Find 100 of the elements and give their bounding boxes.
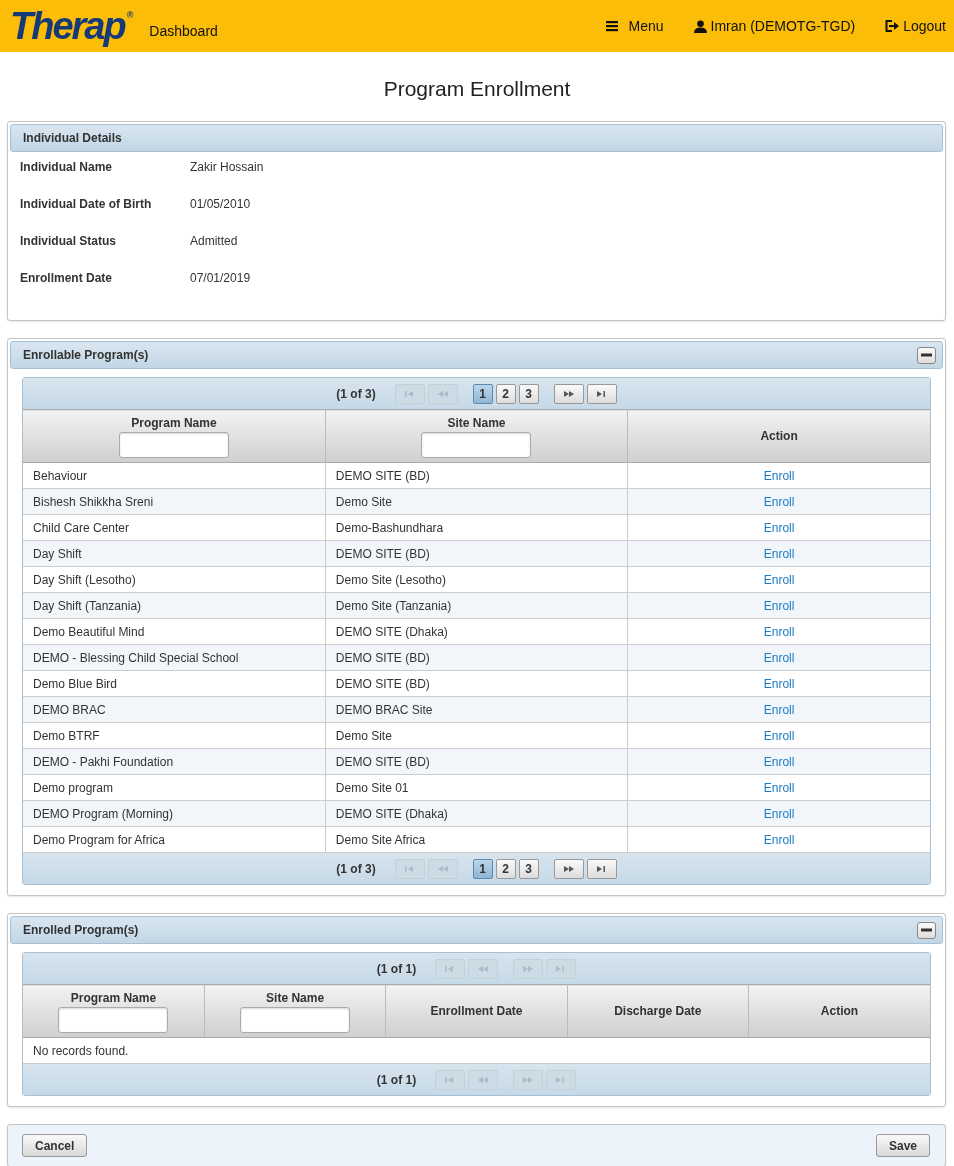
field-label: Individual Status [20, 234, 117, 248]
logo[interactable]: Therap$^{®}$ [10, 7, 134, 45]
page-button[interactable]: 2 [495, 383, 516, 404]
enroll-link[interactable]: Enroll [763, 754, 795, 769]
column-label: Site Name [446, 415, 507, 430]
table-cell: Demo Program for Africa [23, 826, 326, 853]
previous-page-icon [477, 1074, 490, 1085]
enroll-link[interactable]: Enroll [763, 494, 795, 509]
table-cell: Day Shift [23, 540, 326, 567]
page-summary: (1 of 3) [336, 386, 376, 401]
page-summary: (1 of 1) [376, 1072, 417, 1087]
next-page-button[interactable] [553, 858, 584, 879]
page-button[interactable]: 1 [472, 383, 493, 404]
page-summary: (1 of 1) [376, 961, 417, 976]
filter-field[interactable] [58, 1006, 169, 1033]
field-value: 07/01/2019 [190, 271, 251, 285]
table-cell: DEMO BRAC Site [325, 696, 628, 723]
table-cell: Demo Site Africa [325, 826, 628, 853]
field-value: 01/05/2010 [190, 197, 251, 211]
minus-icon [921, 928, 932, 932]
field-label: Enrollment Date [20, 271, 113, 285]
cancel-button[interactable]: Cancel [22, 1134, 88, 1157]
user-link[interactable]: Imran (DEMOTG-TGD) [693, 18, 856, 34]
table-cell: Demo BTRF [23, 722, 326, 749]
column-label: Action [759, 428, 799, 443]
enroll-link[interactable]: Enroll [763, 598, 795, 613]
table-cell: Demo Blue Bird [23, 670, 326, 697]
next-page-button[interactable] [553, 383, 584, 404]
table-cell: DEMO - Blessing Child Special School [23, 644, 326, 671]
page-button[interactable]: 3 [518, 858, 539, 879]
logout-icon [885, 20, 900, 32]
page-title: Program Enrollment [382, 77, 572, 101]
table-cell: Day Shift (Lesotho) [23, 566, 326, 593]
table-cell: DEMO SITE (Dhaka) [325, 800, 628, 827]
previous-page-icon [477, 963, 490, 974]
table-cell: Demo program [23, 774, 326, 801]
page-summary: (1 of 3) [336, 861, 376, 876]
enroll-link[interactable]: Enroll [763, 546, 795, 561]
column-label: Enrollment Date [429, 1003, 524, 1018]
field-label: Individual Name [20, 160, 114, 174]
previous-page-icon [436, 388, 449, 399]
next-page-icon [562, 388, 575, 399]
last-page-button[interactable] [586, 858, 617, 879]
table-cell: DEMO - Pakhi Foundation [23, 748, 326, 775]
table-cell: DEMO SITE (BD) [325, 644, 628, 671]
menu-icon [606, 20, 619, 32]
table-cell: DEMO SITE (BD) [325, 670, 628, 697]
table-cell: Child Care Center [23, 514, 326, 541]
dashboard-link[interactable]: Dashboard [149, 23, 218, 39]
collapse-button[interactable] [917, 921, 936, 939]
enroll-link[interactable]: Enroll [763, 780, 795, 795]
last-page-button[interactable] [586, 383, 617, 404]
enroll-link[interactable]: Enroll [763, 702, 795, 717]
previous-page-icon [436, 863, 449, 874]
column-label: Program Name [69, 990, 158, 1005]
column-label: Program Name [130, 415, 218, 430]
next-page-icon [562, 863, 575, 874]
field-label: Individual Date of Birth [20, 197, 153, 211]
enroll-link[interactable]: Enroll [763, 572, 795, 587]
enroll-link[interactable]: Enroll [763, 650, 795, 665]
panel-title: Enrolled Program(s) [23, 923, 139, 937]
panel-title: Enrollable Program(s) [23, 348, 149, 362]
enroll-link[interactable]: Enroll [763, 624, 795, 639]
filter-field[interactable] [421, 431, 532, 458]
table-cell: Demo Site 01 [325, 774, 628, 801]
enroll-link[interactable]: Enroll [763, 676, 795, 691]
save-button[interactable]: Save [875, 1134, 930, 1157]
page-button[interactable]: 3 [518, 383, 539, 404]
table-cell: Demo-Bashundhara [325, 514, 628, 541]
enroll-link[interactable]: Enroll [763, 806, 795, 821]
page-button[interactable]: 1 [472, 858, 493, 879]
table-cell: Bishesh Shikkha Sreni [23, 488, 326, 515]
enroll-link[interactable]: Enroll [763, 832, 795, 847]
panel-title: Individual Details [23, 131, 122, 145]
enroll-link[interactable]: Enroll [763, 468, 795, 483]
filter-field[interactable] [240, 1006, 351, 1033]
enroll-link[interactable]: Enroll [763, 728, 795, 743]
column-label: Discharge Date [613, 1003, 703, 1018]
table-cell: DEMO SITE (Dhaka) [325, 618, 628, 645]
table-cell: DEMO BRAC [23, 696, 326, 723]
first-page-icon [403, 863, 416, 874]
table-cell: Demo Beautiful Mind [23, 618, 326, 645]
next-page-icon [522, 1074, 535, 1085]
filter-field[interactable] [118, 431, 229, 458]
field-value: Admitted [190, 234, 238, 248]
page-button[interactable]: 2 [495, 858, 516, 879]
collapse-button[interactable] [917, 346, 936, 364]
menu-link[interactable]: Menu [606, 18, 664, 34]
table-cell: DEMO Program (Morning) [23, 800, 326, 827]
minus-icon [921, 353, 932, 357]
table-cell: Demo Site [325, 722, 628, 749]
table-cell: Day Shift (Tanzania) [23, 592, 326, 619]
enroll-link[interactable]: Enroll [763, 520, 795, 535]
table-cell: DEMO SITE (BD) [325, 748, 628, 775]
logout-link[interactable]: Logout [885, 18, 946, 34]
table-cell: DEMO SITE (BD) [325, 540, 628, 567]
first-page-icon [403, 388, 416, 399]
column-label: Action [819, 1003, 860, 1018]
field-value: Zakir Hossain [190, 160, 264, 174]
table-cell: Demo Site [325, 488, 628, 515]
